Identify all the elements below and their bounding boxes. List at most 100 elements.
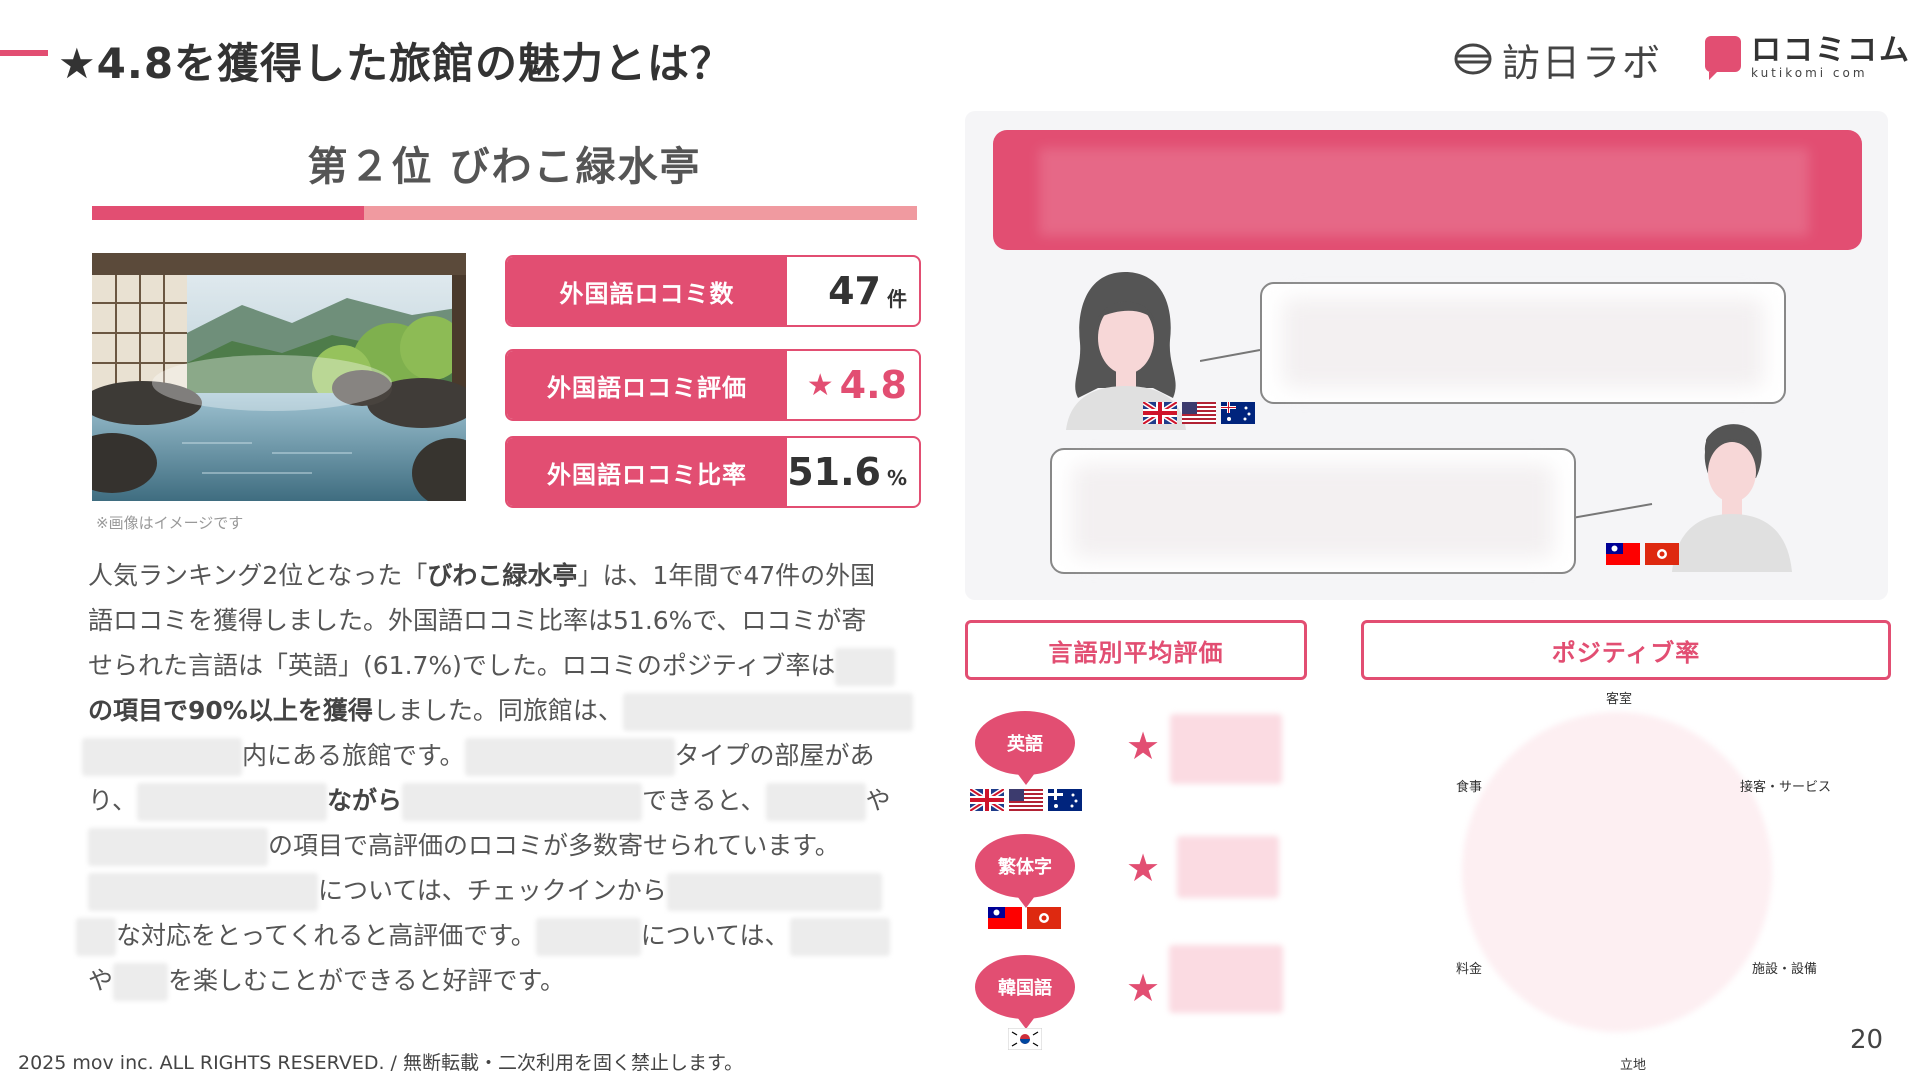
lang-pill-traditional-chinese: 繁体字 — [975, 834, 1075, 908]
redacted-block — [1072, 464, 1554, 558]
body-line: 内にある旅館です。 タイプの部屋があ — [82, 733, 933, 778]
body-text-span: 語ロコミを獲得しました。外国語ロコミ比率は51.6%で、ロコミが寄 — [88, 606, 867, 635]
kutikomi-icon — [1705, 36, 1741, 80]
body-bold: びわこ緑水亭 — [427, 561, 578, 590]
english-flags — [1143, 402, 1256, 424]
lang-pill-korean: 韓国語 — [975, 955, 1075, 1029]
stat-value: 47 — [828, 269, 881, 313]
stat-value-box: 47 件 — [787, 257, 919, 325]
body-line: り、 ながら できると、 や — [88, 778, 933, 823]
redacted-block — [76, 918, 116, 956]
body-bold: ながら — [327, 786, 403, 815]
copyright-footer: 2025 mov inc. ALL RIGHTS RESERVED. / 無断転… — [18, 1052, 744, 1074]
radar-label-room: 客室 — [1606, 692, 1633, 707]
body-text-span: な対応をとってくれると高評価です。 — [116, 921, 536, 950]
body-text-span: 内にある旅館です。 — [242, 741, 465, 770]
kutikomi-logo-text: ロコミコム — [1751, 33, 1911, 68]
star-icon: ★ — [806, 367, 834, 403]
english-review-bubble — [1260, 282, 1786, 404]
stat-unit: 件 — [887, 286, 907, 311]
rank-title: 第２位 びわこ緑水亭 — [307, 144, 702, 190]
positive-rate-header: ポジティブ率 — [1361, 620, 1891, 680]
radar-label-location: 立地 — [1620, 1058, 1647, 1073]
body-text-span: を楽しむことができると好評です。 — [168, 966, 566, 995]
redacted-score — [1170, 714, 1282, 784]
korean-flag — [1008, 1028, 1042, 1050]
uk-flag-icon — [970, 789, 1004, 811]
stat-value-box: 51.6 % — [787, 438, 919, 506]
positive-rate-radar-chart — [1462, 712, 1772, 1032]
inbound-lab-logo-text: 訪日ラボ — [1502, 40, 1663, 85]
male-reviewer-avatar — [1672, 424, 1792, 572]
body-line: や を楽しむことができると好評です。 — [88, 958, 933, 1003]
english-flags — [970, 789, 1083, 811]
stat-review-ratio: 外国語ロコミ比率 51.6 % — [505, 436, 921, 508]
body-text-span: しました。同旅館は、 — [372, 696, 623, 725]
stat-label: 外国語ロコミ評価 — [507, 351, 787, 419]
redacted-score — [1169, 945, 1283, 1013]
image-caption: ※画像はイメージです — [96, 514, 244, 532]
redacted-block — [765, 783, 866, 821]
chinese-flags — [988, 907, 1062, 929]
redacted-block — [464, 738, 675, 776]
summary-banner — [993, 130, 1862, 250]
speech-pointer — [1572, 503, 1653, 519]
radar-label-price: 料金 — [1456, 962, 1483, 977]
redacted-block — [113, 963, 169, 1001]
body-text-span: については、 — [640, 921, 790, 950]
stat-value: 51.6 — [787, 450, 881, 494]
au-flag-icon — [1048, 789, 1083, 811]
avg-rating-header: 言語別平均評価 — [965, 620, 1307, 680]
us-flag-icon — [1182, 402, 1217, 424]
body-text-span: については、チェックインから — [318, 876, 667, 905]
onsen-photo — [92, 253, 466, 501]
body-line: 人気ランキング2位となった「びわこ緑水亭」は、1年間で47件の外国 — [88, 553, 933, 598]
body-text-span: タイプの部屋があ — [674, 741, 875, 770]
star-icon: ★ — [1126, 966, 1161, 1010]
lang-pill-english: 英語 — [975, 711, 1075, 785]
body-line: せられた言語は「英語」(61.7%)でした。ロコミのポジティブ率は — [88, 643, 933, 688]
body-text-span: や — [88, 966, 114, 995]
hk-flag-icon — [1645, 543, 1680, 565]
stat-review-rating: 外国語ロコミ評価 ★ 4.8 — [505, 349, 921, 421]
body-line: については、チェックインから — [88, 868, 933, 913]
us-flag-icon — [1009, 789, 1044, 811]
inbound-lab-icon — [1454, 43, 1492, 75]
star-icon: ★ — [1126, 724, 1161, 768]
stat-label: 外国語ロコミ比率 — [507, 438, 787, 506]
page-title: ★4.8を獲得した旅館の魅力とは？ — [58, 39, 734, 88]
stat-value-box: ★ 4.8 — [787, 351, 919, 419]
radar-label-facilities: 施設・設備 — [1752, 962, 1818, 977]
tw-flag-icon — [1606, 543, 1640, 565]
speech-pointer — [1200, 349, 1261, 362]
redacted-block — [535, 918, 641, 956]
redacted-block — [789, 918, 890, 956]
body-line: な対応をとってくれると高評価です。 については、 — [76, 913, 933, 958]
body-text: 人気ランキング2位となった「びわこ緑水亭」は、1年間で47件の外国 語ロコミを獲… — [76, 553, 933, 1003]
radar-label-meal: 食事 — [1456, 780, 1483, 795]
kutikomi-logo: ロコミコム kutikomi com — [1705, 36, 1911, 80]
body-line: 語ロコミを獲得しました。外国語ロコミ比率は51.6%で、ロコミが寄 — [88, 598, 933, 643]
star-icon: ★ — [1126, 846, 1161, 890]
redacted-block — [82, 738, 242, 776]
stat-review-count: 外国語ロコミ数 47 件 — [505, 255, 921, 327]
kr-flag-icon — [1008, 1028, 1042, 1050]
redacted-block — [1282, 298, 1764, 388]
uk-flag-icon — [1143, 402, 1177, 424]
redacted-block — [622, 693, 913, 731]
body-text-span: 人気ランキング2位となった「 — [88, 561, 428, 590]
body-text-span: せられた言語は「英語」(61.7%)でした。ロコミのポジティブ率は — [88, 651, 836, 680]
redacted-block — [1039, 148, 1809, 236]
redacted-block — [88, 828, 268, 866]
hk-flag-icon — [1027, 907, 1062, 929]
body-text-span: り、 — [88, 786, 138, 815]
kutikomi-logo-sub: kutikomi com — [1751, 66, 1868, 80]
title-accent-bar — [0, 50, 48, 56]
stat-value: 4.8 — [839, 363, 907, 407]
chinese-review-bubble — [1050, 448, 1576, 574]
au-flag-icon — [1221, 402, 1256, 424]
stat-unit: % — [886, 466, 907, 490]
redacted-score — [1177, 836, 1279, 898]
rank-progress-bar-track — [364, 206, 917, 220]
redacted-block — [88, 873, 318, 911]
